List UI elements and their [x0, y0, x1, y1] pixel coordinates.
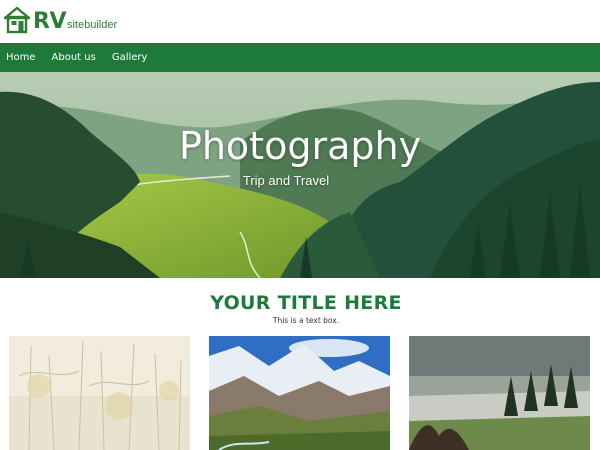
nav-item-gallery[interactable]: Gallery [112, 52, 148, 63]
nav-item-home[interactable]: Home [6, 52, 36, 63]
section-text: This is a text box. [272, 316, 340, 325]
site-header: RV sitebuilder [0, 0, 600, 43]
site-logo[interactable]: RV sitebuilder [4, 4, 117, 34]
logo-brand-text: RV [33, 9, 66, 34]
nav-item-about-us[interactable]: About us [52, 52, 96, 63]
main-nav: Home About us Gallery [0, 43, 600, 72]
hero-title: Photography [178, 124, 422, 168]
gallery-image-forest[interactable] [9, 336, 190, 450]
gallery-image-mountains[interactable] [209, 336, 390, 450]
hero-subtitle: Trip and Travel [242, 173, 330, 188]
gallery-image-misty-valley[interactable] [409, 336, 590, 450]
section-title: YOUR TITLE HERE [210, 292, 402, 314]
hero-banner: Photography Trip and Travel [0, 72, 600, 278]
logo-sub-text: sitebuilder [66, 19, 118, 31]
house-icon [4, 6, 30, 34]
